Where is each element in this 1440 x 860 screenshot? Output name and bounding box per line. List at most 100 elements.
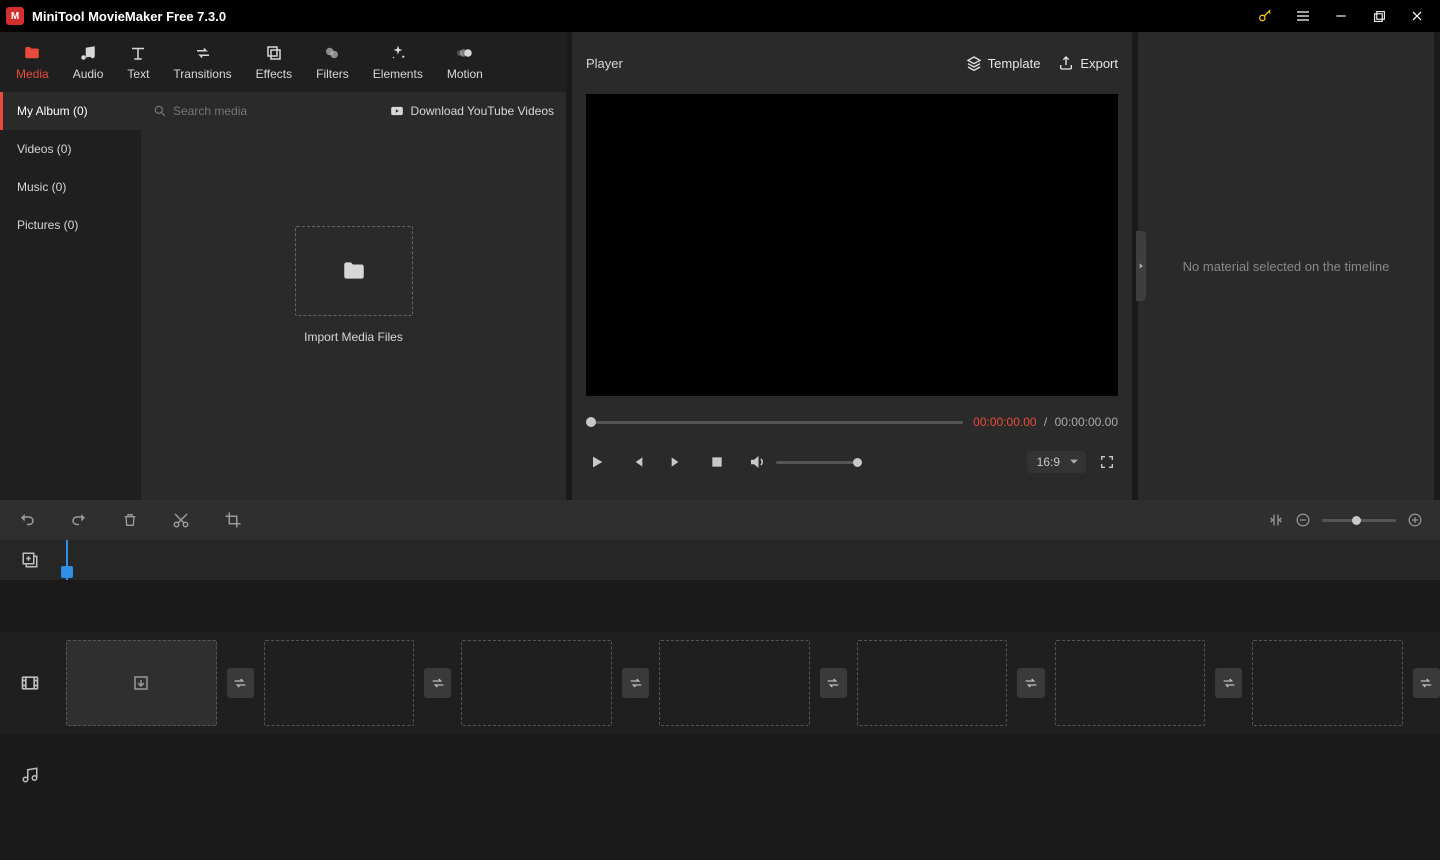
sidebar-item-videos[interactable]: Videos (0)	[0, 130, 141, 168]
player-title: Player	[586, 56, 623, 71]
timecode: 00:00:00.00 / 00:00:00.00	[973, 415, 1118, 429]
transition-button[interactable]	[1413, 668, 1440, 698]
tab-transitions[interactable]: Transitions	[161, 32, 243, 92]
next-frame-button[interactable]	[666, 454, 688, 470]
download-link-label: Download YouTube Videos	[411, 104, 554, 118]
swap-icon	[194, 43, 212, 63]
stop-button[interactable]	[706, 455, 728, 469]
import-label: Import Media Files	[304, 330, 403, 344]
video-track[interactable]	[60, 632, 1440, 734]
cut-button[interactable]	[172, 511, 190, 529]
motion-icon	[456, 43, 474, 63]
music-note-icon	[79, 43, 97, 63]
clip-slot[interactable]	[264, 640, 415, 726]
folder-icon	[22, 43, 42, 63]
redo-button[interactable]	[70, 511, 88, 529]
volume-slider[interactable]	[776, 461, 862, 464]
prev-frame-button[interactable]	[626, 454, 648, 470]
folder-icon	[339, 258, 369, 284]
text-track-head	[0, 580, 60, 632]
menu-button[interactable]	[1286, 0, 1320, 32]
transition-button[interactable]	[424, 668, 451, 698]
media-tab-bar: Media Audio Text Transitions Effects Fil…	[0, 32, 566, 92]
maximize-button[interactable]	[1362, 0, 1396, 32]
fullscreen-button[interactable]	[1096, 454, 1118, 470]
export-icon	[1058, 55, 1074, 71]
import-clip-icon	[132, 674, 150, 692]
playhead[interactable]	[66, 540, 68, 580]
license-key-button[interactable]	[1248, 0, 1282, 32]
volume-button[interactable]	[746, 453, 768, 471]
add-track-button[interactable]	[0, 540, 60, 580]
media-panel: Media Audio Text Transitions Effects Fil…	[0, 32, 566, 500]
tab-elements[interactable]: Elements	[361, 32, 435, 92]
timeline-panel	[0, 500, 1440, 858]
clip-slot[interactable]	[1055, 640, 1206, 726]
template-button[interactable]: Template	[966, 55, 1041, 71]
clip-slot[interactable]	[66, 640, 217, 726]
zoom-slider[interactable]	[1322, 519, 1396, 522]
circles-icon	[323, 43, 341, 63]
tab-effects[interactable]: Effects	[244, 32, 304, 92]
close-button[interactable]	[1400, 0, 1434, 32]
audio-track[interactable]	[60, 734, 1440, 858]
tab-audio[interactable]: Audio	[61, 32, 116, 92]
text-track[interactable]	[60, 580, 1440, 632]
clip-slot[interactable]	[1252, 640, 1403, 726]
download-youtube-link[interactable]: Download YouTube Videos	[389, 104, 554, 118]
download-icon	[389, 104, 405, 118]
tab-label: Text	[127, 67, 149, 81]
tab-motion[interactable]: Motion	[435, 32, 495, 92]
undo-button[interactable]	[18, 511, 36, 529]
layers-icon	[966, 55, 982, 71]
zoom-in-button[interactable]	[1408, 513, 1422, 527]
import-media-button[interactable]	[295, 226, 413, 316]
sidebar-item-pictures[interactable]: Pictures (0)	[0, 206, 141, 244]
tab-media[interactable]: Media	[4, 32, 61, 92]
crop-button[interactable]	[224, 511, 242, 529]
current-time: 00:00:00.00	[973, 415, 1036, 429]
stack-icon	[265, 43, 283, 63]
tab-filters[interactable]: Filters	[304, 32, 361, 92]
tab-label: Media	[16, 67, 49, 81]
template-label: Template	[988, 56, 1041, 71]
play-button[interactable]	[586, 454, 608, 470]
search-input[interactable]	[173, 104, 313, 118]
text-icon	[129, 43, 147, 63]
panel-collapse-handle[interactable]	[1136, 231, 1146, 301]
clip-slot[interactable]	[857, 640, 1008, 726]
minimize-button[interactable]	[1324, 0, 1358, 32]
search-icon	[153, 104, 167, 118]
transition-button[interactable]	[1215, 668, 1242, 698]
timeline-ruler[interactable]	[60, 540, 1440, 580]
tab-label: Filters	[316, 67, 349, 81]
zoom-out-button[interactable]	[1296, 513, 1310, 527]
inspector-empty-message: No material selected on the timeline	[1183, 259, 1390, 274]
media-sidebar: My Album (0) Videos (0) Music (0) Pictur…	[0, 92, 141, 500]
app-logo-icon: M	[6, 7, 24, 25]
video-track-head	[0, 632, 60, 734]
transition-button[interactable]	[820, 668, 847, 698]
aspect-ratio-select[interactable]: 16:9	[1027, 451, 1086, 473]
clip-slot[interactable]	[659, 640, 810, 726]
sidebar-item-my-album[interactable]: My Album (0)	[0, 92, 141, 130]
seek-slider[interactable]	[586, 421, 963, 424]
transition-button[interactable]	[227, 668, 254, 698]
export-button[interactable]: Export	[1058, 55, 1118, 71]
tab-text[interactable]: Text	[115, 32, 161, 92]
transition-button[interactable]	[1017, 668, 1044, 698]
transition-button[interactable]	[622, 668, 649, 698]
tab-label: Transitions	[173, 67, 231, 81]
tab-label: Audio	[73, 67, 104, 81]
export-label: Export	[1080, 56, 1118, 71]
delete-button[interactable]	[122, 511, 138, 529]
sparkle-icon	[389, 43, 407, 63]
player-panel: Player Template Export 00:00:00.00 / 00:…	[572, 32, 1132, 500]
auto-fit-button[interactable]	[1268, 512, 1284, 528]
sidebar-item-music[interactable]: Music (0)	[0, 168, 141, 206]
title-bar: M MiniTool MovieMaker Free 7.3.0	[0, 0, 1440, 32]
audio-track-head	[0, 734, 60, 858]
total-time: 00:00:00.00	[1055, 415, 1118, 429]
clip-slot[interactable]	[461, 640, 612, 726]
video-preview	[586, 94, 1118, 396]
